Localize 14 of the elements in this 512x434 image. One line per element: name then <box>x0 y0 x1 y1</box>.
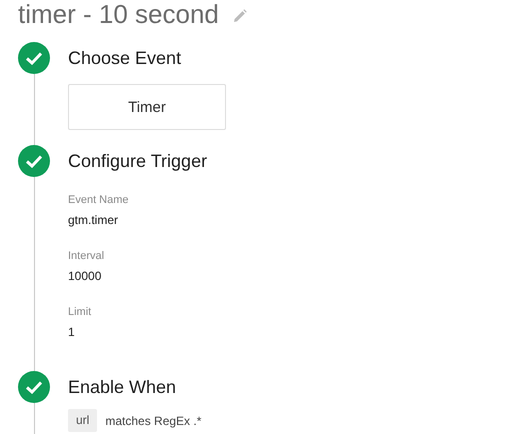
event-type-button[interactable]: Timer <box>68 84 226 130</box>
field-label: Interval <box>68 249 106 264</box>
variable-chip: url <box>68 409 98 432</box>
step-title: Enable When <box>68 376 178 399</box>
field-value: 1 <box>68 324 76 340</box>
step-title: Configure Trigger <box>68 150 208 173</box>
field-label: Event Name <box>68 193 130 208</box>
trigger-title: timer - 10 second <box>18 0 219 31</box>
step-title: Choose Event <box>68 47 182 70</box>
field-value: gtm.timer <box>68 212 120 228</box>
condition-text: matches RegEx .* <box>105 414 202 428</box>
field-value: 10000 <box>68 268 102 284</box>
field-label: Limit <box>68 305 92 320</box>
edit-icon[interactable] <box>232 9 247 23</box>
